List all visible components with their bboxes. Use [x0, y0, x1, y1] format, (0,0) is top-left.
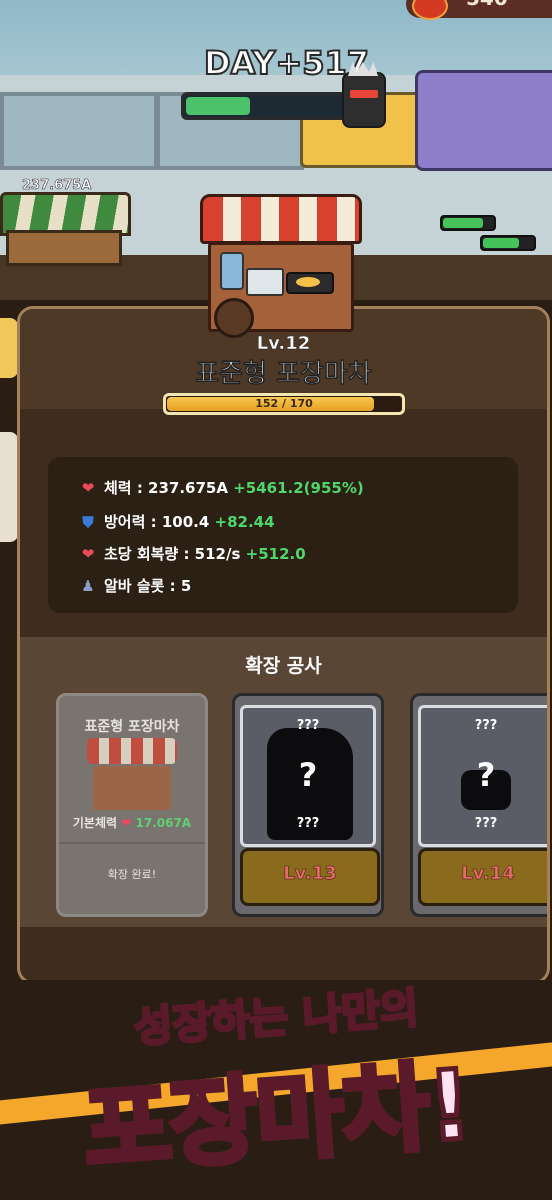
currency-value: 540 — [466, 0, 508, 10]
stall-name: 표준형 포장마차 — [195, 359, 372, 390]
card-preview: ??? ? ??? — [418, 705, 547, 847]
stat-hp: ❤ 체력 : 237.675A +5461.2(955%) — [80, 477, 364, 498]
unknown-text: ??? — [296, 816, 320, 831]
bus — [415, 70, 552, 171]
heart-icon: ❤ — [81, 479, 95, 497]
neighbor-stall-hp: 237.675A — [22, 178, 92, 194]
stat-label: 초당 회복량 : 512/s — [104, 545, 241, 563]
bottle-icon — [220, 252, 244, 290]
unlock-level-button[interactable]: Lv.13 — [240, 848, 380, 906]
stall-body — [6, 230, 122, 266]
xp-text: 152 / 170 — [255, 397, 313, 410]
enemy-hp-bar — [440, 215, 496, 231]
expansion-title: 확장 공사 — [245, 655, 322, 677]
unlock-level-button[interactable]: Lv.14 — [418, 848, 547, 906]
card-name: 표준형 포장마차 — [84, 719, 180, 735]
xp-bar: 152 / 170 — [163, 393, 405, 415]
neighbor-stall[interactable] — [0, 192, 131, 266]
expansion-section: 확장 공사 표준형 포장마차 기본체력 ❤ 17.067A 확장 완료! ???… — [20, 637, 547, 927]
side-tab[interactable] — [0, 432, 18, 542]
question-icon: ? — [298, 756, 318, 794]
stat-regen: ❤ 초당 회복량 : 512/s +512.0 — [80, 543, 306, 564]
card-hp-label: 기본체력 — [72, 816, 118, 830]
stall-thumbnail — [87, 738, 177, 810]
heart-plus-icon: ❤ — [81, 545, 95, 563]
stall-info-panel: Lv.12 표준형 포장마차 152 / 170 ❤ 체력 : 237.675A … — [17, 306, 550, 984]
question-icon: ? — [476, 756, 496, 794]
card-hp-value: 17.067A — [135, 816, 192, 830]
unknown-text: ??? — [474, 816, 498, 831]
shield-icon: ⛊ — [82, 513, 94, 531]
heart-icon: ❤ — [121, 816, 132, 830]
stat-label: 방어력 : 100.4 — [104, 513, 210, 531]
stall-awning — [200, 194, 362, 244]
stat-defense: ⛊ 방어력 : 100.4 +82.44 — [80, 511, 275, 532]
boss-icon[interactable] — [342, 72, 386, 128]
divider — [59, 842, 205, 844]
side-tab[interactable] — [0, 318, 18, 378]
day-progress-fill — [186, 97, 251, 115]
expansion-card-locked[interactable]: ??? ? ??? Lv.14 — [410, 693, 547, 917]
stat-bonus: +5461.2(955%) — [233, 479, 364, 497]
stat-bonus: +512.0 — [245, 545, 306, 563]
wheel-icon — [214, 298, 254, 338]
coin-icon — [412, 0, 448, 20]
stat-label: 알바 슬롯 : 5 — [104, 577, 192, 595]
expansion-card-locked[interactable]: ??? ? ??? Lv.13 — [232, 693, 384, 917]
unlock-level-label: Lv.14 — [461, 863, 515, 885]
unlock-level-label: Lv.13 — [283, 863, 337, 885]
enemy-hp-bar — [480, 235, 536, 251]
stat-label: 체력 : 237.675A — [104, 479, 228, 497]
currency-counter[interactable]: 540 — [406, 0, 552, 20]
stat-worker-slots: ♟ 알바 슬롯 : 5 — [80, 575, 191, 596]
unknown-text: ??? — [296, 718, 320, 733]
stall-level: Lv.12 — [256, 333, 311, 354]
card-status: 확장 완료! — [107, 868, 157, 881]
stats-box: ❤ 체력 : 237.675A +5461.2(955%) ⛊ 방어력 : 100.… — [48, 457, 518, 613]
card-hp: 기본체력 ❤ 17.067A — [59, 814, 205, 831]
expansion-card-completed[interactable]: 표준형 포장마차 기본체력 ❤ 17.067A 확장 완료! — [56, 693, 208, 917]
stall-illustration — [196, 186, 362, 338]
frying-pan-icon — [286, 272, 334, 294]
worker-icon: ♟ — [81, 577, 95, 595]
window — [0, 92, 158, 170]
cash-register-icon — [246, 268, 284, 296]
card-preview: ??? ? ??? — [240, 705, 376, 847]
stat-bonus: +82.44 — [214, 513, 275, 531]
unknown-text: ??? — [474, 718, 498, 733]
